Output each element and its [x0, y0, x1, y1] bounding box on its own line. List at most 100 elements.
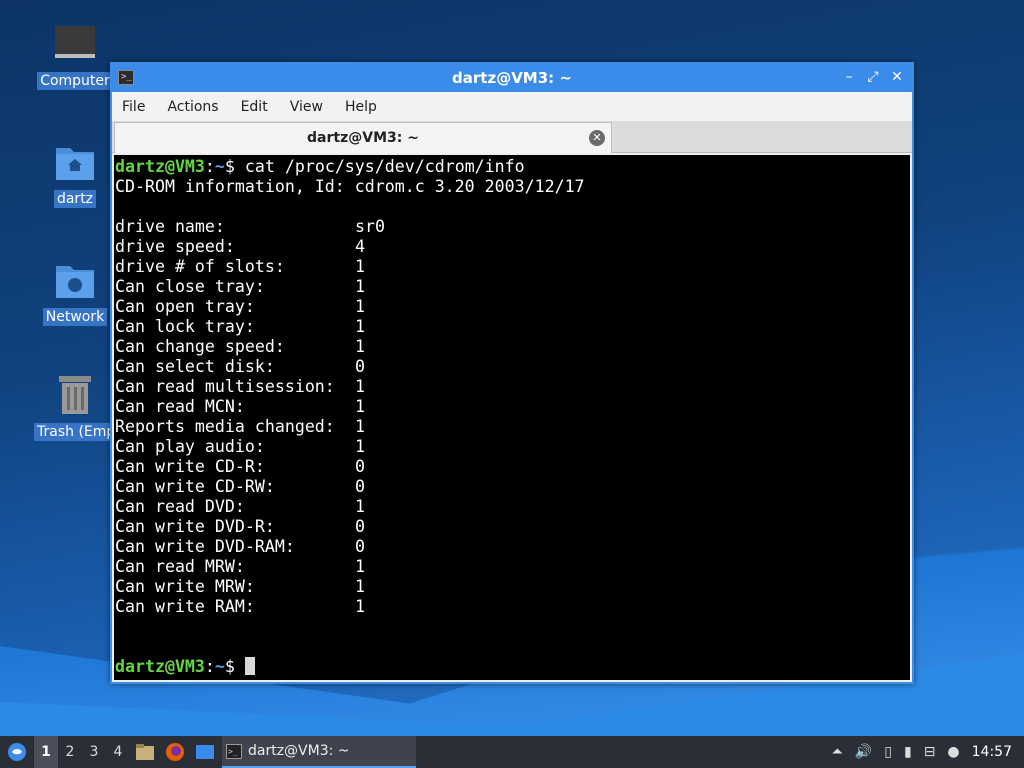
window-title: dartz@VM3: ~: [452, 69, 572, 87]
output-value: 1: [355, 377, 365, 396]
updates-icon[interactable]: ⏶: [832, 744, 843, 760]
menu-bar: File Actions Edit View Help: [112, 92, 912, 121]
tab-bar: dartz@VM3: ~ ✕: [112, 121, 912, 153]
output-key: Can read MCN:: [115, 397, 245, 416]
show-desktop-icon[interactable]: [190, 744, 220, 760]
taskbar: 1 2 3 4 >_ dartz@VM3: ~ ⏶ 🔊 ▯ ▮ ⊟ ● 14:5…: [0, 736, 1024, 768]
tab-terminal[interactable]: dartz@VM3: ~ ✕: [114, 122, 612, 153]
output-row: Can select disk: 0: [115, 357, 910, 377]
output-key: Can select disk:: [115, 357, 275, 376]
output-row: Can write DVD-R: 0: [115, 517, 910, 537]
output-value: 1: [355, 297, 365, 316]
output-row: Can read MRW: 1: [115, 557, 910, 577]
menu-edit[interactable]: Edit: [241, 99, 268, 115]
taskbar-task-terminal[interactable]: >_ dartz@VM3: ~: [222, 736, 416, 768]
output-value: sr0: [355, 217, 385, 236]
computer-icon: [53, 22, 97, 66]
notification-icon[interactable]: ●: [947, 744, 959, 760]
output-value: 1: [355, 397, 365, 416]
desktop-icon-home[interactable]: dartz: [27, 140, 123, 208]
workspace-3[interactable]: 3: [82, 736, 106, 768]
output-key: Can write CD-RW:: [115, 477, 275, 496]
text-cursor: [244, 657, 255, 675]
output-key: drive # of slots:: [115, 257, 285, 276]
workspace-1[interactable]: 1: [34, 736, 58, 768]
workspace-2[interactable]: 2: [58, 736, 82, 768]
output-row: Can read multisession: 1: [115, 377, 910, 397]
output-header: CD-ROM information, Id: cdrom.c 3.20 200…: [115, 177, 585, 196]
volume-icon[interactable]: 🔊: [855, 744, 872, 760]
output-row: Can write CD-RW: 0: [115, 477, 910, 497]
minimize-icon[interactable]: –: [840, 68, 858, 86]
clipboard-icon[interactable]: ▯: [884, 744, 892, 760]
output-row: Can write MRW: 1: [115, 577, 910, 597]
output-row: Can lock tray: 1: [115, 317, 910, 337]
output-row: drive speed: 4: [115, 237, 910, 257]
close-icon[interactable]: ✕: [888, 68, 906, 86]
command-text: cat /proc/sys/dev/cdrom/info: [244, 157, 525, 176]
file-manager-icon[interactable]: [130, 743, 160, 761]
app-menu-button[interactable]: [0, 742, 34, 762]
output-value: 1: [355, 497, 365, 516]
firefox-icon[interactable]: [160, 742, 190, 762]
desktop-icon-label: Trash (Empty): [34, 423, 116, 441]
output-rows: drive name: sr0 drive speed: 4 drive # of sl…: [115, 217, 910, 617]
output-row: Can read DVD: 1: [115, 497, 910, 517]
network-folder-icon: [53, 258, 97, 302]
menu-view[interactable]: View: [290, 99, 323, 115]
desktop-icon-label: Computer: [37, 72, 113, 90]
task-label: dartz@VM3: ~: [248, 743, 350, 759]
output-row: Can play audio: 1: [115, 437, 910, 457]
output-key: Can play audio:: [115, 437, 265, 456]
output-key: Can read multisession:: [115, 377, 335, 396]
command-line: dartz@VM3:~$ cat /proc/sys/dev/cdrom/inf…: [115, 157, 525, 176]
desktop-icon-trash[interactable]: Trash (Empty): [27, 373, 123, 441]
desktop-icon-network[interactable]: Network: [27, 258, 123, 326]
terminal-output[interactable]: dartz@VM3:~$ cat /proc/sys/dev/cdrom/inf…: [114, 155, 910, 680]
output-key: Can write MRW:: [115, 577, 255, 596]
workspace-4[interactable]: 4: [106, 736, 130, 768]
output-key: Can write RAM:: [115, 597, 255, 616]
network-icon[interactable]: ⊟: [924, 744, 936, 760]
home-folder-icon: [53, 140, 97, 184]
output-value: 0: [355, 517, 365, 536]
output-key: Can read MRW:: [115, 557, 245, 576]
output-row: Can write CD-R: 0: [115, 457, 910, 477]
output-key: Can read DVD:: [115, 497, 245, 516]
output-value: 1: [355, 597, 365, 616]
output-key: Can write CD-R:: [115, 457, 265, 476]
output-row: Reports media changed: 1: [115, 417, 910, 437]
output-key: Can write DVD-R:: [115, 517, 275, 536]
tab-close-icon[interactable]: ✕: [589, 130, 605, 146]
output-key: Can lock tray:: [115, 317, 255, 336]
output-row: Can open tray: 1: [115, 297, 910, 317]
terminal-window[interactable]: >_ dartz@VM3: ~ – ⤢ ✕ File Actions Edit …: [110, 62, 914, 684]
output-key: Can write DVD-RAM:: [115, 537, 295, 556]
menu-help[interactable]: Help: [345, 99, 377, 115]
output-key: drive speed:: [115, 237, 235, 256]
current-prompt[interactable]: dartz@VM3:~$: [115, 657, 255, 677]
battery-icon[interactable]: ▮: [904, 744, 912, 760]
window-titlebar[interactable]: >_ dartz@VM3: ~ – ⤢ ✕: [112, 64, 912, 92]
trash-icon: [53, 373, 97, 417]
desktop-icon-computer[interactable]: Computer: [27, 22, 123, 90]
output-row: Can read MCN: 1: [115, 397, 910, 417]
output-value: 1: [355, 277, 365, 296]
output-row: Can close tray: 1: [115, 277, 910, 297]
output-value: 1: [355, 577, 365, 596]
clock[interactable]: 14:57: [972, 744, 1012, 760]
output-row: Can write DVD-RAM: 0: [115, 537, 910, 557]
menu-file[interactable]: File: [122, 99, 145, 115]
menu-actions[interactable]: Actions: [167, 99, 218, 115]
system-tray: ⏶ 🔊 ▯ ▮ ⊟ ● 14:57: [832, 736, 1024, 768]
maximize-icon[interactable]: ⤢: [864, 68, 882, 86]
output-key: Can change speed:: [115, 337, 285, 356]
output-value: 4: [355, 237, 365, 256]
desktop-icon-label: Network: [42, 308, 108, 326]
output-value: 0: [355, 537, 365, 556]
desktop-icon-label: dartz: [53, 190, 97, 208]
output-value: 1: [355, 337, 365, 356]
output-key: Reports media changed:: [115, 417, 335, 436]
output-key: drive name:: [115, 217, 225, 236]
